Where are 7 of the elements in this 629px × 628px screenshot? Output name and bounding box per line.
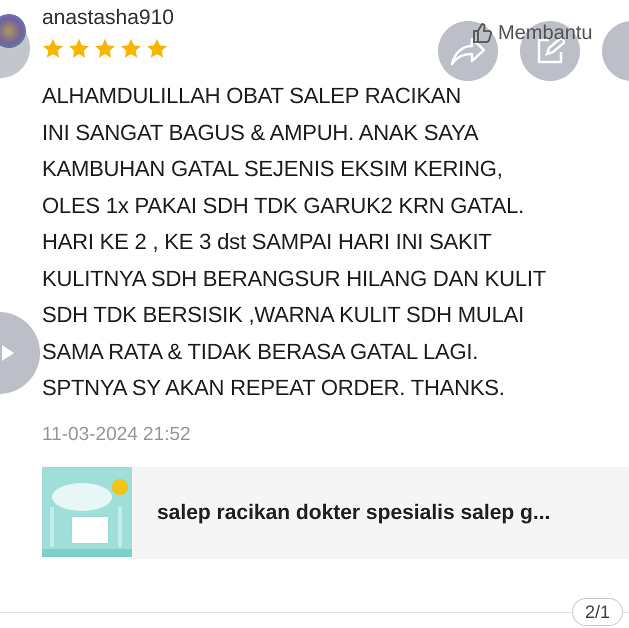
page-indicator: 2/1	[572, 598, 624, 626]
share-icon	[450, 36, 486, 66]
avatar	[0, 14, 26, 48]
review-date: 11-03-2024 21:52	[42, 422, 192, 446]
play-icon	[2, 345, 14, 361]
thumbs-up-icon	[470, 21, 494, 45]
review-text: ALHAMDULILLAH OBAT SALEP RACIKAN INI SANGAT BAGUS & AMPUH. ANAK SAYA KAMBUHAN GATAL SEJENIS EKSIM KERING, OLES 1x PAKAI SDH TDK GARUK2 KRN GATAL. HARI KE 2 , KE 3 dst SAMPAI HARI INI SAKIT KULITNYA SDH BERANGSUR HILANG DAN KULIT SDH TDK BERSISIK ,WARNA KULIT SDH MULAI SAMA RATA & TIDAK BERASA GATAL LAGI. SPTNYA SY AKAN REPEAT ORDER. THANKS.	[42, 82, 548, 402]
